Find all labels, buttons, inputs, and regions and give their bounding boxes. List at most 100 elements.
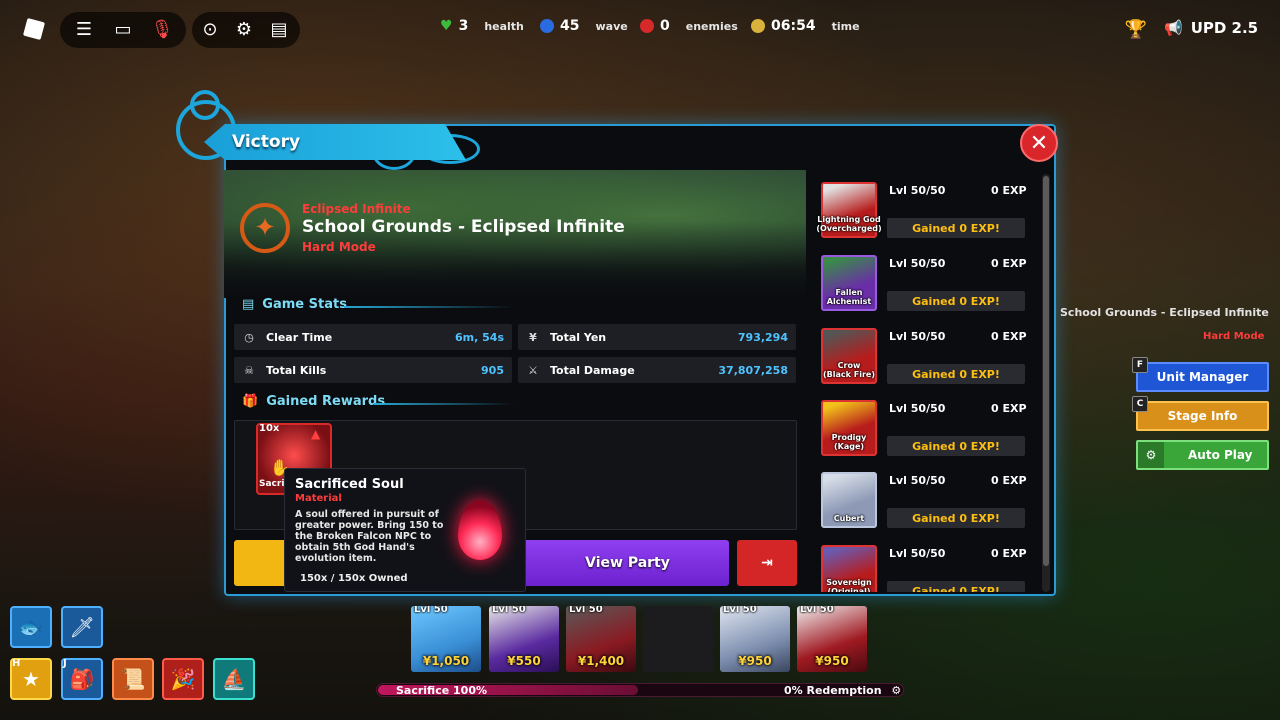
time-stat: 06:54 time (751, 18, 860, 34)
stage-difficulty: Hard Mode (302, 240, 376, 254)
version-label: UPD 2.5 (1190, 19, 1259, 37)
quest-button[interactable]: 📜 (112, 658, 154, 700)
settings-button[interactable]: ⚙ (226, 12, 262, 46)
hotbar-slot-6[interactable]: Lvl 50 ¥950 (797, 606, 867, 672)
unit-exp: 0 EXP (991, 330, 1027, 343)
unit-portrait: Cubert (821, 472, 877, 528)
tooltip-description: A soul offered in pursuit of greater pow… (295, 509, 444, 564)
retry-button[interactable] (234, 540, 286, 586)
slot-level: Lvl 50 (569, 606, 603, 615)
clock-icon: ◷ (244, 330, 254, 344)
health-value: 3 (458, 18, 469, 34)
stat-value: 37,807,258 (718, 363, 788, 377)
hotbar-slot-4-empty[interactable] (643, 606, 713, 672)
exit-icon: ⇥ (761, 555, 773, 571)
ship-button[interactable]: ⛵ (213, 658, 255, 700)
unit-portrait: Prodigy (Kage) (821, 400, 877, 456)
hotbar-slot-5[interactable]: Lvl 50 ¥950 (720, 606, 790, 672)
view-party-button[interactable]: View Party (526, 540, 729, 586)
close-button[interactable]: ✕ (1020, 124, 1058, 162)
unit-exp: 0 EXP (991, 184, 1027, 197)
auto-play-button[interactable]: ⚙ Auto Play (1136, 440, 1269, 470)
unit-exp: 0 EXP (991, 402, 1027, 415)
unit-exp: 0 EXP (991, 257, 1027, 270)
close-icon: ✕ (1029, 130, 1049, 156)
unit-exp-gained: Gained 0 EXP! (887, 218, 1025, 238)
unit-row: Sovereign (Original) Lvl 50/50 0 EXP Gai… (815, 541, 1043, 592)
unit-level: Lvl 50/50 (889, 474, 946, 487)
wave-value: 45 (560, 18, 580, 34)
gift-icon: 🎁 (242, 394, 259, 409)
unit-level: Lvl 50/50 (889, 330, 946, 343)
enemies-value: 0 (660, 18, 670, 34)
divider (344, 306, 514, 308)
reward-label: Sacri (259, 479, 285, 489)
fish-button[interactable]: 🐟 (10, 606, 52, 648)
rewards-title: Gained Rewards (266, 394, 386, 409)
gear-icon: ⚙ (235, 18, 253, 40)
trophy-button[interactable]: 🏆 (1118, 12, 1154, 46)
warning-icon: ▲ (311, 427, 321, 441)
stat-total-kills: ☠ Total Kills 905 (234, 357, 512, 383)
unit-level: Lvl 50/50 (889, 402, 946, 415)
roblox-logo-button[interactable] (16, 12, 52, 46)
scrollbar-thumb[interactable] (1043, 176, 1049, 566)
yen-icon: ¥ (529, 330, 537, 344)
unit-level: Lvl 50/50 (889, 547, 946, 560)
slot-cost: ¥1,400 (577, 654, 625, 668)
unit-manager-button[interactable]: Unit Manager (1136, 362, 1269, 392)
reward-count: 10x (259, 423, 280, 434)
unit-name: Crow (Black Fire) (823, 361, 875, 379)
stage-mode: Eclipsed Infinite (302, 202, 411, 216)
party-popper-icon: 🎉 (170, 667, 196, 691)
tooltip-item-type: Material (295, 493, 342, 504)
unit-exp: 0 EXP (991, 474, 1027, 487)
slot-cost: ¥1,050 (422, 654, 470, 668)
key-hint-c: C (1132, 396, 1148, 412)
update-badge[interactable]: 📢 UPD 2.5 (1164, 19, 1258, 37)
hotbar-slot-2[interactable]: Lvl 50 ¥550 (489, 606, 559, 672)
chat-icon: ▭ (114, 18, 132, 40)
skull-icon: ☠ (244, 363, 254, 377)
gear-icon: ⚙ (891, 684, 902, 697)
leaderboard-button[interactable]: ▤ (261, 12, 297, 46)
unit-portrait: Sovereign (Original) (821, 545, 877, 592)
unit-name: Lightning God (Overcharged) (816, 215, 882, 233)
unit-exp-gained: Gained 0 EXP! (887, 581, 1025, 592)
roblox-icon (22, 17, 46, 41)
unit-exp-gained: Gained 0 EXP! (887, 364, 1025, 384)
backpack-icon: 🎒 (69, 667, 95, 691)
unit-exp: 0 EXP (991, 547, 1027, 560)
dots-icon: ⊙ (202, 18, 218, 40)
stage-info-button[interactable]: Stage Info (1136, 401, 1269, 431)
slot-level: Lvl 50 (723, 606, 757, 615)
unit-row: Fallen Alchemist Lvl 50/50 0 EXP Gained … (815, 251, 1043, 323)
stat-label: Total Yen (550, 330, 607, 344)
hotbar-slot-1[interactable]: Lvl 50 ¥1,050 (411, 606, 481, 672)
slot-level: Lvl 50 (492, 606, 526, 615)
event-button[interactable]: 🎉 (162, 658, 204, 700)
leave-button[interactable]: ⇥ (737, 540, 797, 586)
unit-exp-list[interactable]: Lightning God (Overcharged) Lvl 50/50 0 … (815, 178, 1043, 592)
list-icon: ▤ (270, 18, 288, 40)
tooltip-owned: 150x / 150x Owned (300, 573, 408, 584)
menu-button[interactable]: ☰ (66, 12, 102, 46)
slot-cost: ¥950 (738, 654, 772, 668)
unit-name: Cubert (833, 514, 865, 523)
unit-row: Prodigy (Kage) Lvl 50/50 0 EXP Gained 0 … (815, 396, 1043, 468)
stat-total-yen: ¥ Total Yen 793,294 (518, 324, 796, 350)
megaphone-icon: 📢 (1164, 19, 1183, 37)
emote-button[interactable]: ⊙ (192, 12, 228, 46)
chat-button[interactable]: ▭ (105, 12, 141, 46)
voice-button[interactable]: 🎙 (144, 12, 180, 46)
stat-value: 6m, 54s (455, 330, 504, 344)
sword-button[interactable]: 🗡 (61, 606, 103, 648)
unit-exp-gained: Gained 0 EXP! (887, 508, 1025, 528)
slot-cost: ¥950 (815, 654, 849, 668)
game-stats-heading: ▤ Game Stats (242, 297, 347, 312)
backpack-button[interactable]: 🎒 (61, 658, 103, 700)
divider (374, 403, 514, 405)
slot-level: Lvl 50 (414, 606, 448, 615)
hotbar-slot-3[interactable]: Lvl 50 ¥1,400 (566, 606, 636, 672)
wave-label: wave (595, 19, 628, 33)
